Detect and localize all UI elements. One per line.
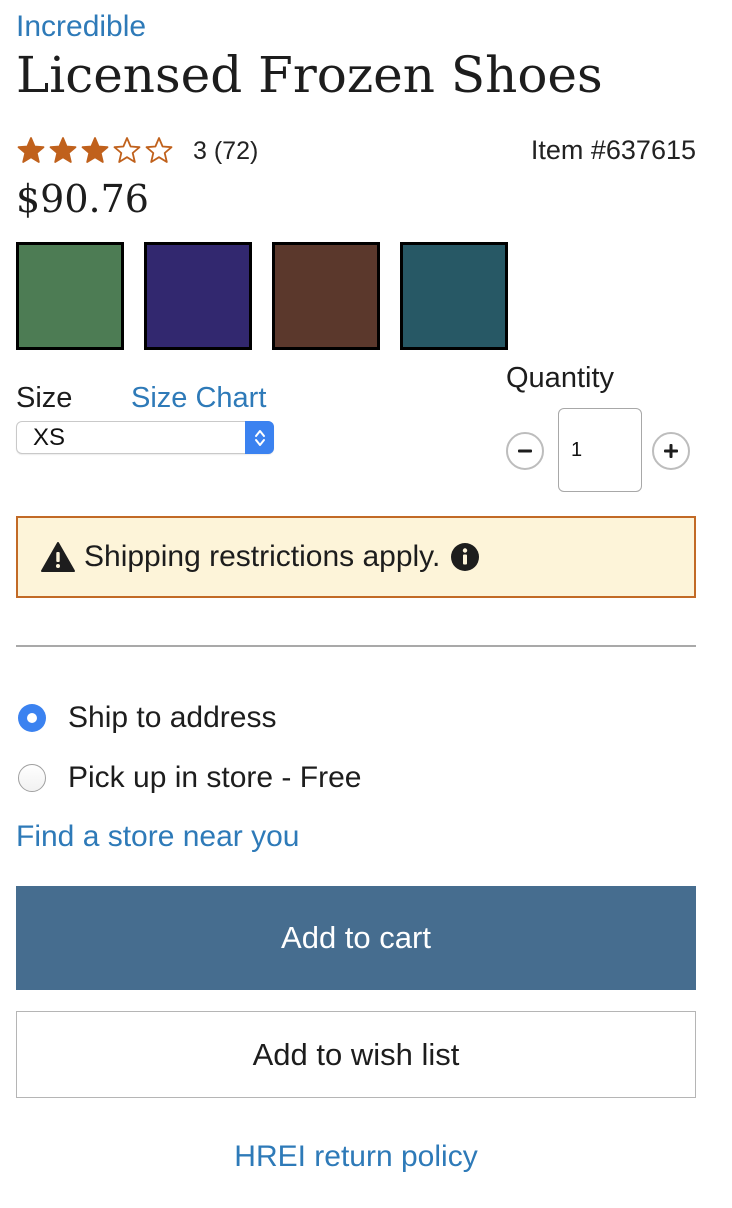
warning-icon xyxy=(41,542,75,572)
size-select[interactable]: XS xyxy=(16,421,274,454)
pick-up-in-store-radio[interactable] xyxy=(18,764,46,792)
item-number: Item #637615 xyxy=(530,135,696,165)
star-empty-icon xyxy=(145,137,173,163)
color-swatch-teal[interactable] xyxy=(400,242,508,350)
ship-to-address-label: Ship to address xyxy=(68,701,277,734)
size-selected-value: XS xyxy=(33,424,66,451)
ship-to-address-radio[interactable] xyxy=(18,704,46,732)
color-swatch-green[interactable] xyxy=(16,242,124,350)
product-brand-link[interactable]: Incredible xyxy=(16,8,146,46)
info-icon[interactable] xyxy=(450,542,480,572)
shipping-restrictions-alert: Shipping restrictions apply. xyxy=(16,516,696,598)
size-label: Size xyxy=(16,382,73,414)
star-filled-icon xyxy=(81,137,109,163)
add-to-wish-list-button[interactable]: Add to wish list xyxy=(16,1011,696,1098)
return-policy: HREI return policy xyxy=(0,1138,712,1176)
pick-up-in-store-label: Pick up in store - Free xyxy=(68,761,362,794)
minus-icon xyxy=(518,449,532,453)
color-swatch-brown[interactable] xyxy=(272,242,380,350)
quantity-label: Quantity xyxy=(506,362,614,394)
color-swatches xyxy=(16,242,508,350)
product-title: Licensed Frozen Shoes xyxy=(16,46,603,104)
rating-count[interactable]: 3 (72) xyxy=(193,135,258,167)
plus-icon xyxy=(664,444,678,458)
return-policy-link[interactable]: HREI return policy xyxy=(234,1140,477,1173)
find-store-link[interactable]: Find a store near you xyxy=(16,818,300,856)
size-chart-link[interactable]: Size Chart xyxy=(131,380,266,416)
ship-to-address-option[interactable]: Ship to address xyxy=(18,700,276,736)
star-empty-icon xyxy=(113,137,141,163)
select-arrows-icon xyxy=(245,421,274,454)
product-price: $90.76 xyxy=(16,177,149,221)
star-rating xyxy=(16,136,174,164)
pick-up-in-store-option[interactable]: Pick up in store - Free xyxy=(18,760,361,796)
color-swatch-indigo[interactable] xyxy=(144,242,252,350)
quantity-input[interactable] xyxy=(558,408,642,492)
section-divider xyxy=(16,645,696,647)
add-to-cart-button[interactable]: Add to cart xyxy=(16,886,696,990)
quantity-decrease-button[interactable] xyxy=(506,432,544,470)
star-filled-icon xyxy=(17,137,45,163)
alert-text: Shipping restrictions apply. xyxy=(84,540,441,573)
quantity-increase-button[interactable] xyxy=(652,432,690,470)
star-filled-icon xyxy=(49,137,77,163)
